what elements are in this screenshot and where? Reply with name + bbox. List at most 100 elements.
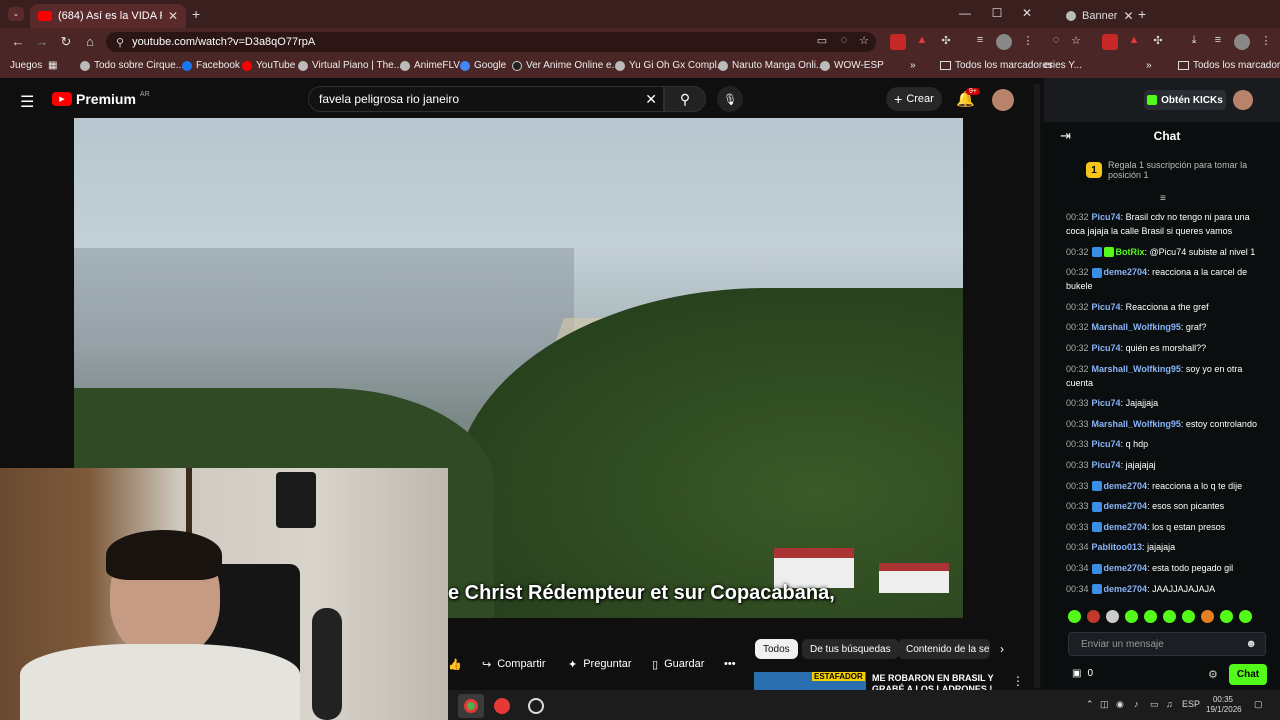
bookmark-facebook[interactable]: Facebook [182, 60, 240, 71]
maximize-icon[interactable]: ☐ [982, 6, 1012, 20]
close-icon[interactable]: ✕ [1123, 9, 1133, 23]
create-button[interactable]: + Crear [886, 87, 942, 111]
minimize-icon[interactable]: — [950, 6, 980, 20]
ask-button[interactable]: ✦ Preguntar [568, 652, 632, 676]
share-button[interactable]: ↪ Compartir [482, 652, 546, 676]
bookmark-all[interactable]: Todos los marcadores [940, 60, 1053, 71]
youtube-logo[interactable]: ▶ Premium AR [52, 91, 150, 107]
tray-icon[interactable]: ◫ [1100, 699, 1109, 710]
search-button[interactable]: ⚲ [664, 86, 706, 112]
filter-icon[interactable]: ≡ [1160, 193, 1166, 204]
emote-icon[interactable] [1144, 609, 1157, 623]
search-input[interactable]: favela peligrosa rio janeiro ✕ [308, 86, 664, 112]
forward-icon[interactable]: → [32, 34, 52, 49]
clock[interactable]: 00:35 19/1/2026 [1206, 695, 1242, 715]
emote-icon[interactable] [1201, 609, 1214, 623]
bookmark-all[interactable]: Todos los marcadores [1178, 60, 1280, 71]
emote-icon[interactable] [1106, 609, 1119, 623]
profile-avatar-icon[interactable] [996, 34, 1012, 50]
chat-message-input[interactable]: Enviar un mensaje ☻ [1068, 632, 1266, 656]
network-icon[interactable]: ▭ [1150, 699, 1159, 710]
eye-off-icon[interactable]: ◌ [836, 34, 852, 50]
bookmark-wow-esp[interactable]: WOW-ESP [820, 60, 884, 71]
menu-kebab-icon[interactable]: ⋮ [1020, 34, 1036, 50]
send-chat-button[interactable]: Chat [1229, 664, 1267, 685]
chevron-right-icon[interactable]: » [1146, 60, 1152, 71]
emote-icon[interactable] [1087, 609, 1100, 623]
msg-user[interactable]: deme2704 [1104, 501, 1148, 511]
bookmark-youtube[interactable]: YouTube [242, 60, 295, 71]
star-icon[interactable]: ☆ [856, 34, 872, 50]
settings-gear-icon[interactable]: ⚙ [1208, 668, 1218, 681]
download-icon[interactable]: ⤓ [1186, 34, 1202, 50]
menu-kebab-icon[interactable]: ⋮ [1258, 34, 1274, 50]
scrollbar[interactable] [1034, 84, 1040, 688]
gift-sub-promo[interactable]: 1 Regala 1 suscripción para tomar la pos… [1086, 160, 1256, 180]
msg-user[interactable]: Pablitoo013 [1092, 542, 1143, 552]
msg-user[interactable]: BotRix [1116, 247, 1145, 257]
emote-icon[interactable] [1220, 609, 1233, 623]
new-tab-icon[interactable]: + [192, 6, 200, 22]
emoji-picker-icon[interactable]: ☻ [1245, 638, 1257, 650]
bookmark-virtual-piano[interactable]: Virtual Piano | The... [298, 60, 402, 71]
chip-todos[interactable]: Todos [755, 639, 798, 659]
msg-user[interactable]: deme2704 [1104, 481, 1148, 491]
emote-icon[interactable] [1125, 609, 1138, 623]
pdf-extension-icon[interactable]: ▲ [1126, 34, 1142, 50]
collapse-chat-icon[interactable]: ⇥ [1060, 128, 1071, 144]
chevron-right-icon[interactable]: › [1000, 642, 1004, 656]
chip-busquedas[interactable]: De tus búsquedas [802, 639, 899, 659]
points-counter[interactable]: ▣ 0 [1072, 668, 1093, 679]
msg-user[interactable]: Picu74 [1092, 398, 1121, 408]
related-video-title[interactable]: ME ROBARON EN BRASIL Y GRABÉ A LOS LADRO… [872, 673, 994, 690]
taskbar-chrome-icon[interactable] [458, 694, 484, 718]
media-icon[interactable]: ≡ [972, 34, 988, 50]
taskbar-app-icon[interactable] [494, 698, 510, 714]
site-info-icon[interactable]: ⚲ [116, 36, 124, 49]
apps-grid-icon[interactable]: ▦ [48, 60, 57, 71]
bookmark-naruto[interactable]: Naruto Manga Onli... [718, 60, 824, 71]
chevron-right-icon[interactable]: » [910, 60, 916, 71]
emote-icon[interactable] [1163, 609, 1176, 623]
msg-user[interactable]: Picu74 [1092, 343, 1121, 353]
notification-center-icon[interactable]: ▢ [1254, 699, 1263, 710]
msg-user[interactable]: deme2704 [1104, 522, 1148, 532]
taskbar-obs-icon[interactable] [528, 698, 544, 714]
extensions-puzzle-icon[interactable]: ✣ [938, 34, 954, 50]
hamburger-menu-icon[interactable]: ☰ [20, 92, 34, 112]
install-icon[interactable]: ▭ [814, 34, 830, 50]
tab-search-icon[interactable]: ⌄ [8, 7, 24, 21]
new-tab-icon[interactable]: + [1138, 6, 1146, 22]
bookmark-google[interactable]: Google [460, 60, 506, 71]
home-icon[interactable]: ⌂ [80, 34, 100, 49]
reload-icon[interactable]: ↻ [56, 34, 76, 50]
volume-icon[interactable]: ♫ [1166, 699, 1173, 709]
bookmark-ver-anime[interactable]: Ver Anime Online e... [512, 60, 620, 71]
window-close-icon[interactable]: ✕ [1012, 6, 1042, 20]
like-button[interactable]: 👍 [448, 652, 462, 676]
msg-user[interactable]: Marshall_Wolfking95 [1092, 364, 1181, 374]
emote-icon[interactable] [1068, 609, 1081, 623]
bookmark-cirque[interactable]: Todo sobre Cirque... [80, 60, 184, 71]
clear-search-icon[interactable]: ✕ [645, 91, 657, 108]
msg-user[interactable]: Picu74 [1092, 302, 1121, 312]
back-icon[interactable]: ← [8, 34, 28, 49]
msg-user[interactable]: Picu74 [1092, 212, 1121, 222]
msg-user[interactable]: deme2704 [1104, 267, 1148, 277]
save-button[interactable]: ▯ Guardar [652, 652, 704, 676]
more-vert-icon[interactable]: ⋮ [1012, 674, 1024, 688]
profile-avatar-icon[interactable] [1234, 34, 1250, 50]
chevron-up-icon[interactable]: ⌃ [1086, 699, 1094, 710]
microphone-icon[interactable]: ♪ [1134, 699, 1139, 709]
msg-user[interactable]: deme2704 [1104, 563, 1148, 573]
msg-user[interactable]: deme2704 [1104, 584, 1148, 594]
msg-user[interactable]: Marshall_Wolfking95 [1092, 322, 1181, 332]
msg-user[interactable]: Picu74 [1092, 460, 1121, 470]
bookmark-juegos[interactable]: Juegos [10, 60, 42, 71]
more-actions-button[interactable]: ••• [724, 652, 736, 676]
avatar[interactable] [1233, 90, 1253, 110]
related-video-thumbnail[interactable]: ESTAFADOR [754, 672, 866, 690]
extension-icon[interactable] [1102, 34, 1118, 50]
tab-banner[interactable]: Banner ✕ [1058, 4, 1134, 28]
star-icon[interactable]: ☆ [1068, 34, 1084, 50]
